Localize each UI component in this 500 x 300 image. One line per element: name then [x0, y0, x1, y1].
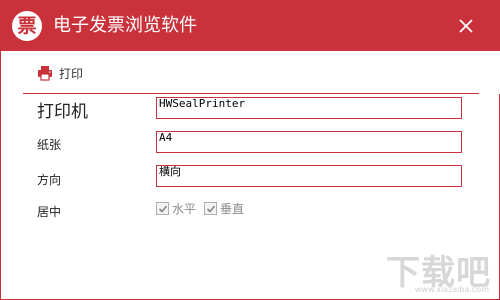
watermark: 下载吧 www.xiazaiba.com	[373, 245, 491, 294]
app-logo-icon: 票	[12, 11, 42, 41]
center-vertical-checkbox[interactable]: 垂直	[204, 200, 244, 217]
center-vertical-label: 垂直	[220, 202, 245, 216]
close-icon	[459, 19, 473, 33]
toolbar-divider	[23, 93, 479, 94]
printer-icon	[38, 66, 52, 81]
checkmark-icon	[206, 205, 216, 213]
center-label: 居中	[37, 205, 62, 219]
print-button-label: 打印	[59, 66, 84, 81]
paper-label: 纸张	[37, 138, 62, 152]
printer-field[interactable]: HWSealPrinter	[156, 97, 462, 119]
center-horizontal-checkbox[interactable]: 水平	[156, 200, 196, 217]
center-options: 水平 垂直	[156, 200, 252, 217]
window-title: 电子发票浏览软件	[53, 15, 197, 36]
print-dialog-window: 票 电子发票浏览软件 打印 打印机 HWSealPrinter 纸张 A4 方向…	[0, 0, 500, 300]
toolbar: 打印	[1, 51, 500, 94]
close-button[interactable]	[453, 13, 479, 39]
paper-field[interactable]: A4	[156, 131, 462, 153]
title-bar: 票 电子发票浏览软件	[1, 1, 500, 51]
printer-label: 打印机	[37, 102, 88, 122]
orientation-field[interactable]: 横向	[156, 165, 462, 187]
checkmark-icon	[158, 205, 168, 213]
print-button[interactable]: 打印	[37, 63, 83, 83]
watermark-url: www.xiazaiba.com	[414, 285, 489, 294]
orientation-label: 方向	[37, 173, 62, 187]
checkbox-box	[156, 202, 169, 215]
center-horizontal-label: 水平	[172, 202, 197, 216]
checkbox-box	[204, 202, 218, 215]
